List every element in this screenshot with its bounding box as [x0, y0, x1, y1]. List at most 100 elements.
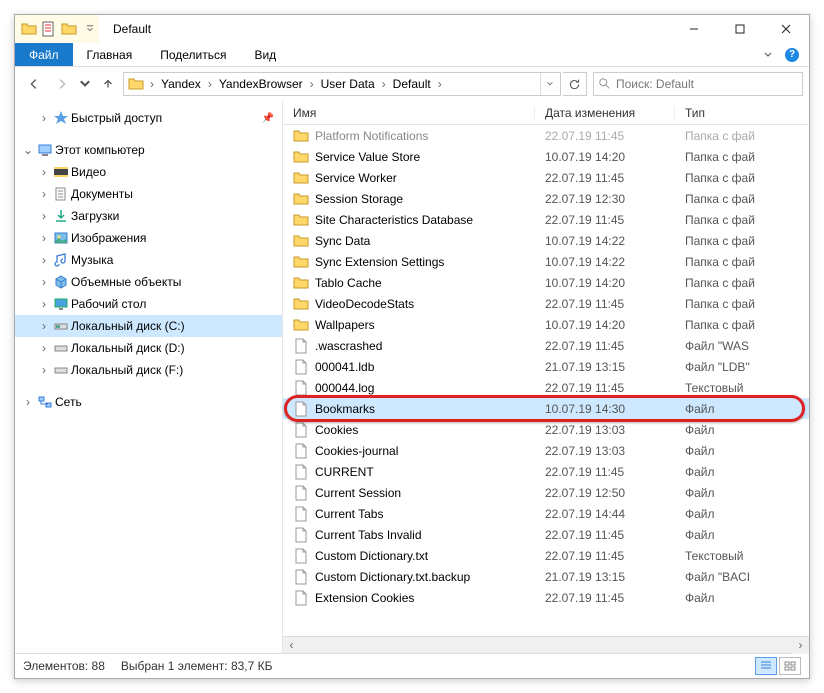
properties-icon[interactable] — [41, 21, 57, 37]
file-row[interactable]: Bookmarks10.07.19 14:30Файл — [283, 398, 809, 419]
tab-home[interactable]: Главная — [73, 43, 147, 66]
chevron-right-icon[interactable]: › — [37, 165, 51, 179]
open-folder-icon[interactable] — [61, 21, 77, 37]
chevron-down-icon[interactable]: ⌄ — [21, 143, 35, 157]
file-row[interactable]: Custom Dictionary.txt.backup21.07.19 13:… — [283, 566, 809, 587]
qat-dropdown[interactable] — [81, 15, 99, 43]
file-row[interactable]: Custom Dictionary.txt22.07.19 11:45Текст… — [283, 545, 809, 566]
column-name[interactable]: Имя — [283, 106, 535, 120]
tree-videos[interactable]: ›Видео — [15, 161, 282, 183]
tab-view[interactable]: Вид — [240, 43, 290, 66]
file-row[interactable]: Sync Data10.07.19 14:22Папка с фай — [283, 230, 809, 251]
address-bar[interactable]: › Yandex › YandexBrowser › User Data › D… — [123, 72, 561, 96]
column-date[interactable]: Дата изменения — [535, 106, 675, 120]
file-type: Файл — [685, 591, 715, 605]
breadcrumb-segment[interactable]: Yandex — [158, 73, 204, 95]
tab-file[interactable]: Файл — [15, 43, 73, 66]
file-row[interactable]: Session Storage22.07.19 12:30Папка с фай — [283, 188, 809, 209]
file-row[interactable]: Current Session22.07.19 12:50Файл — [283, 482, 809, 503]
file-row[interactable]: Tablo Cache10.07.19 14:20Папка с фай — [283, 272, 809, 293]
forward-button[interactable] — [49, 71, 75, 97]
ribbon-expand-chevron[interactable] — [757, 44, 779, 66]
file-row[interactable]: Cookies22.07.19 13:03Файл — [283, 419, 809, 440]
history-dropdown[interactable] — [77, 71, 93, 97]
chevron-right-icon[interactable]: › — [37, 187, 51, 201]
tree-this-pc[interactable]: ⌄ Этот компьютер — [15, 139, 282, 161]
maximize-button[interactable] — [717, 15, 763, 43]
file-type: Папка с фай — [685, 129, 755, 143]
file-row[interactable]: 000041.ldb21.07.19 13:15Файл "LDB" — [283, 356, 809, 377]
file-type: Папка с фай — [685, 192, 755, 206]
chevron-right-icon[interactable]: › — [37, 275, 51, 289]
tree-label: Рабочий стол — [71, 297, 146, 311]
file-row[interactable]: Site Characteristics Database22.07.19 11… — [283, 209, 809, 230]
file-row[interactable]: Platform Notifications22.07.19 11:45Папк… — [283, 125, 809, 146]
chevron-right-icon[interactable]: › — [21, 395, 35, 409]
help-icon[interactable]: ? — [781, 44, 803, 66]
refresh-button[interactable] — [563, 72, 587, 96]
file-date: 22.07.19 13:03 — [545, 444, 685, 458]
tab-share[interactable]: Поделиться — [146, 43, 240, 66]
file-row[interactable]: VideoDecodeStats22.07.19 11:45Папка с фа… — [283, 293, 809, 314]
file-row[interactable]: CURRENT22.07.19 11:45Файл — [283, 461, 809, 482]
file-row[interactable]: Current Tabs Invalid22.07.19 11:45Файл — [283, 524, 809, 545]
tree-drive-f[interactable]: ›Локальный диск (F:) — [15, 359, 282, 381]
address-dropdown[interactable] — [540, 73, 558, 95]
chevron-right-icon[interactable]: › — [204, 77, 216, 91]
file-row[interactable]: 000044.log22.07.19 11:45Текстовый — [283, 377, 809, 398]
file-row[interactable]: .wascrashed22.07.19 11:45Файл "WAS — [283, 335, 809, 356]
search-input[interactable]: Поиск: Default — [593, 72, 803, 96]
navigation-tree[interactable]: › Быстрый доступ 📌 ⌄ Этот компьютер ›Вид… — [15, 101, 283, 653]
chevron-right-icon[interactable]: › — [37, 341, 51, 355]
back-button[interactable] — [21, 71, 47, 97]
tree-3d-objects[interactable]: ›Объемные объекты — [15, 271, 282, 293]
chevron-right-icon[interactable]: › — [37, 111, 51, 125]
tree-documents[interactable]: ›Документы — [15, 183, 282, 205]
file-row[interactable]: Extension Cookies22.07.19 11:45Файл — [283, 587, 809, 608]
column-type[interactable]: Тип — [675, 106, 809, 120]
file-rows[interactable]: Platform Notifications22.07.19 11:45Папк… — [283, 125, 809, 636]
chevron-right-icon[interactable]: › — [37, 363, 51, 377]
view-icons-button[interactable] — [779, 657, 801, 675]
folder-icon — [293, 191, 309, 207]
scroll-left-arrow[interactable]: ‹ — [283, 637, 300, 654]
chevron-right-icon[interactable]: › — [306, 77, 318, 91]
horizontal-scrollbar[interactable]: ‹ › — [283, 636, 809, 653]
chevron-right-icon[interactable]: › — [37, 319, 51, 333]
breadcrumb-segment[interactable]: YandexBrowser — [216, 73, 306, 95]
chevron-right-icon[interactable]: › — [434, 77, 446, 91]
file-row[interactable]: Service Worker22.07.19 11:45Папка с фай — [283, 167, 809, 188]
tree-label: Этот компьютер — [55, 143, 145, 157]
view-details-button[interactable] — [755, 657, 777, 675]
close-button[interactable] — [763, 15, 809, 43]
chevron-right-icon[interactable]: › — [37, 297, 51, 311]
file-row[interactable]: Sync Extension Settings10.07.19 14:22Пап… — [283, 251, 809, 272]
chevron-right-icon[interactable]: › — [37, 209, 51, 223]
file-row[interactable]: Service Value Store10.07.19 14:20Папка с… — [283, 146, 809, 167]
tree-pictures[interactable]: ›Изображения — [15, 227, 282, 249]
chevron-right-icon[interactable]: › — [378, 77, 390, 91]
chevron-right-icon[interactable]: › — [37, 231, 51, 245]
minimize-button[interactable] — [671, 15, 717, 43]
chevron-right-icon[interactable]: › — [37, 253, 51, 267]
file-date: 22.07.19 11:45 — [545, 171, 685, 185]
tree-desktop[interactable]: › Рабочий стол — [15, 293, 282, 315]
file-row[interactable]: Wallpapers10.07.19 14:20Папка с фай — [283, 314, 809, 335]
scroll-right-arrow[interactable]: › — [792, 637, 809, 654]
file-row[interactable]: Current Tabs22.07.19 14:44Файл — [283, 503, 809, 524]
file-row[interactable]: Cookies-journal22.07.19 13:03Файл — [283, 440, 809, 461]
breadcrumb-segment[interactable]: User Data — [318, 73, 378, 95]
tree-downloads[interactable]: ›Загрузки — [15, 205, 282, 227]
tree-music[interactable]: ›Музыка — [15, 249, 282, 271]
breadcrumb-segment[interactable]: Default — [390, 73, 434, 95]
chevron-right-icon[interactable]: › — [146, 77, 158, 91]
up-button[interactable] — [95, 71, 121, 97]
tree-drive-c[interactable]: ›Локальный диск (C:) — [15, 315, 282, 337]
tree-network[interactable]: ›Сеть — [15, 391, 282, 413]
tree-quick-access[interactable]: › Быстрый доступ 📌 — [15, 107, 282, 129]
file-name: Current Session — [315, 486, 545, 500]
tree-drive-d[interactable]: ›Локальный диск (D:) — [15, 337, 282, 359]
folder-icon — [293, 212, 309, 228]
folder-icon — [293, 233, 309, 249]
tree-label: Быстрый доступ — [71, 111, 162, 125]
